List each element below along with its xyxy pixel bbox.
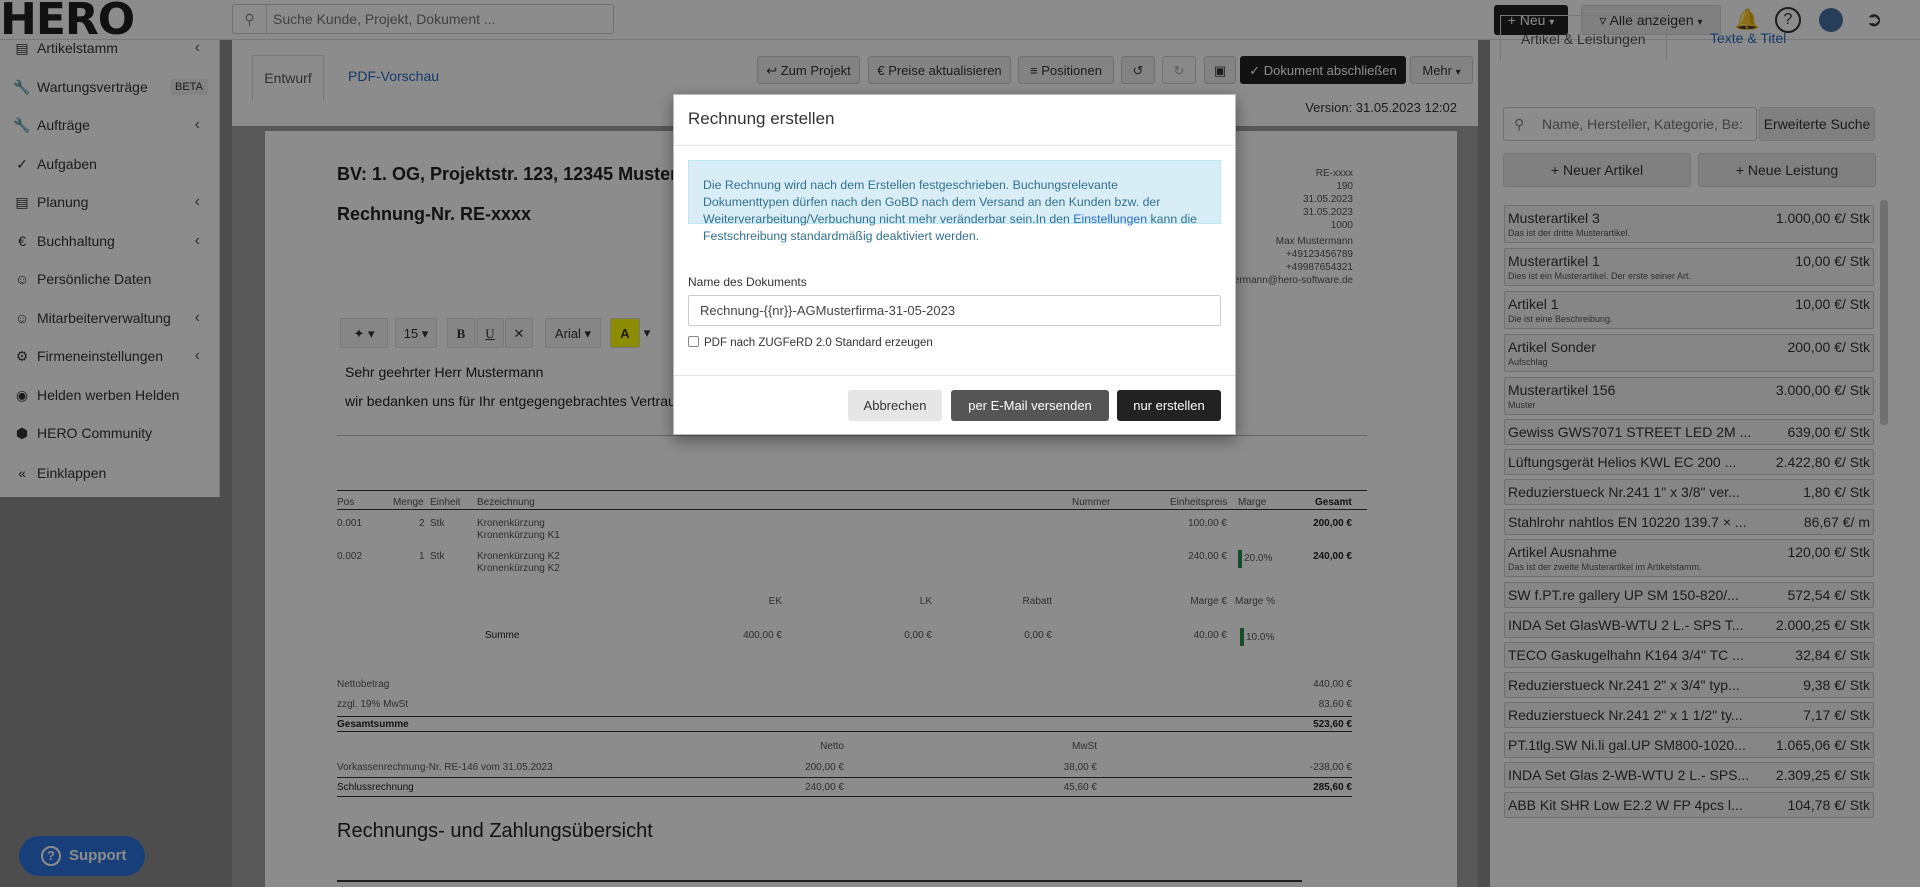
document-name-label: Name des Dokuments bbox=[688, 275, 807, 289]
send-email-button[interactable]: per E-Mail versenden bbox=[951, 390, 1109, 421]
zugferd-label[interactable]: PDF nach ZUGFeRD 2.0 Standard erzeugen bbox=[704, 337, 933, 349]
cancel-button[interactable]: Abbrechen bbox=[848, 390, 942, 421]
zugferd-checkbox[interactable] bbox=[688, 336, 699, 347]
modal-title: Rechnung erstellen bbox=[688, 109, 835, 128]
create-only-button[interactable]: nur erstellen bbox=[1117, 390, 1221, 421]
info-alert: Die Rechnung wird nach dem Erstellen fes… bbox=[688, 160, 1221, 243]
modal-footer-divider bbox=[674, 375, 1235, 376]
create-invoice-modal: Rechnung erstellen Die Rechnung wird nac… bbox=[673, 94, 1236, 435]
settings-link[interactable]: Einstellungen bbox=[1073, 212, 1147, 226]
modal-header-divider bbox=[674, 145, 1235, 146]
document-name-input[interactable] bbox=[688, 295, 1221, 326]
